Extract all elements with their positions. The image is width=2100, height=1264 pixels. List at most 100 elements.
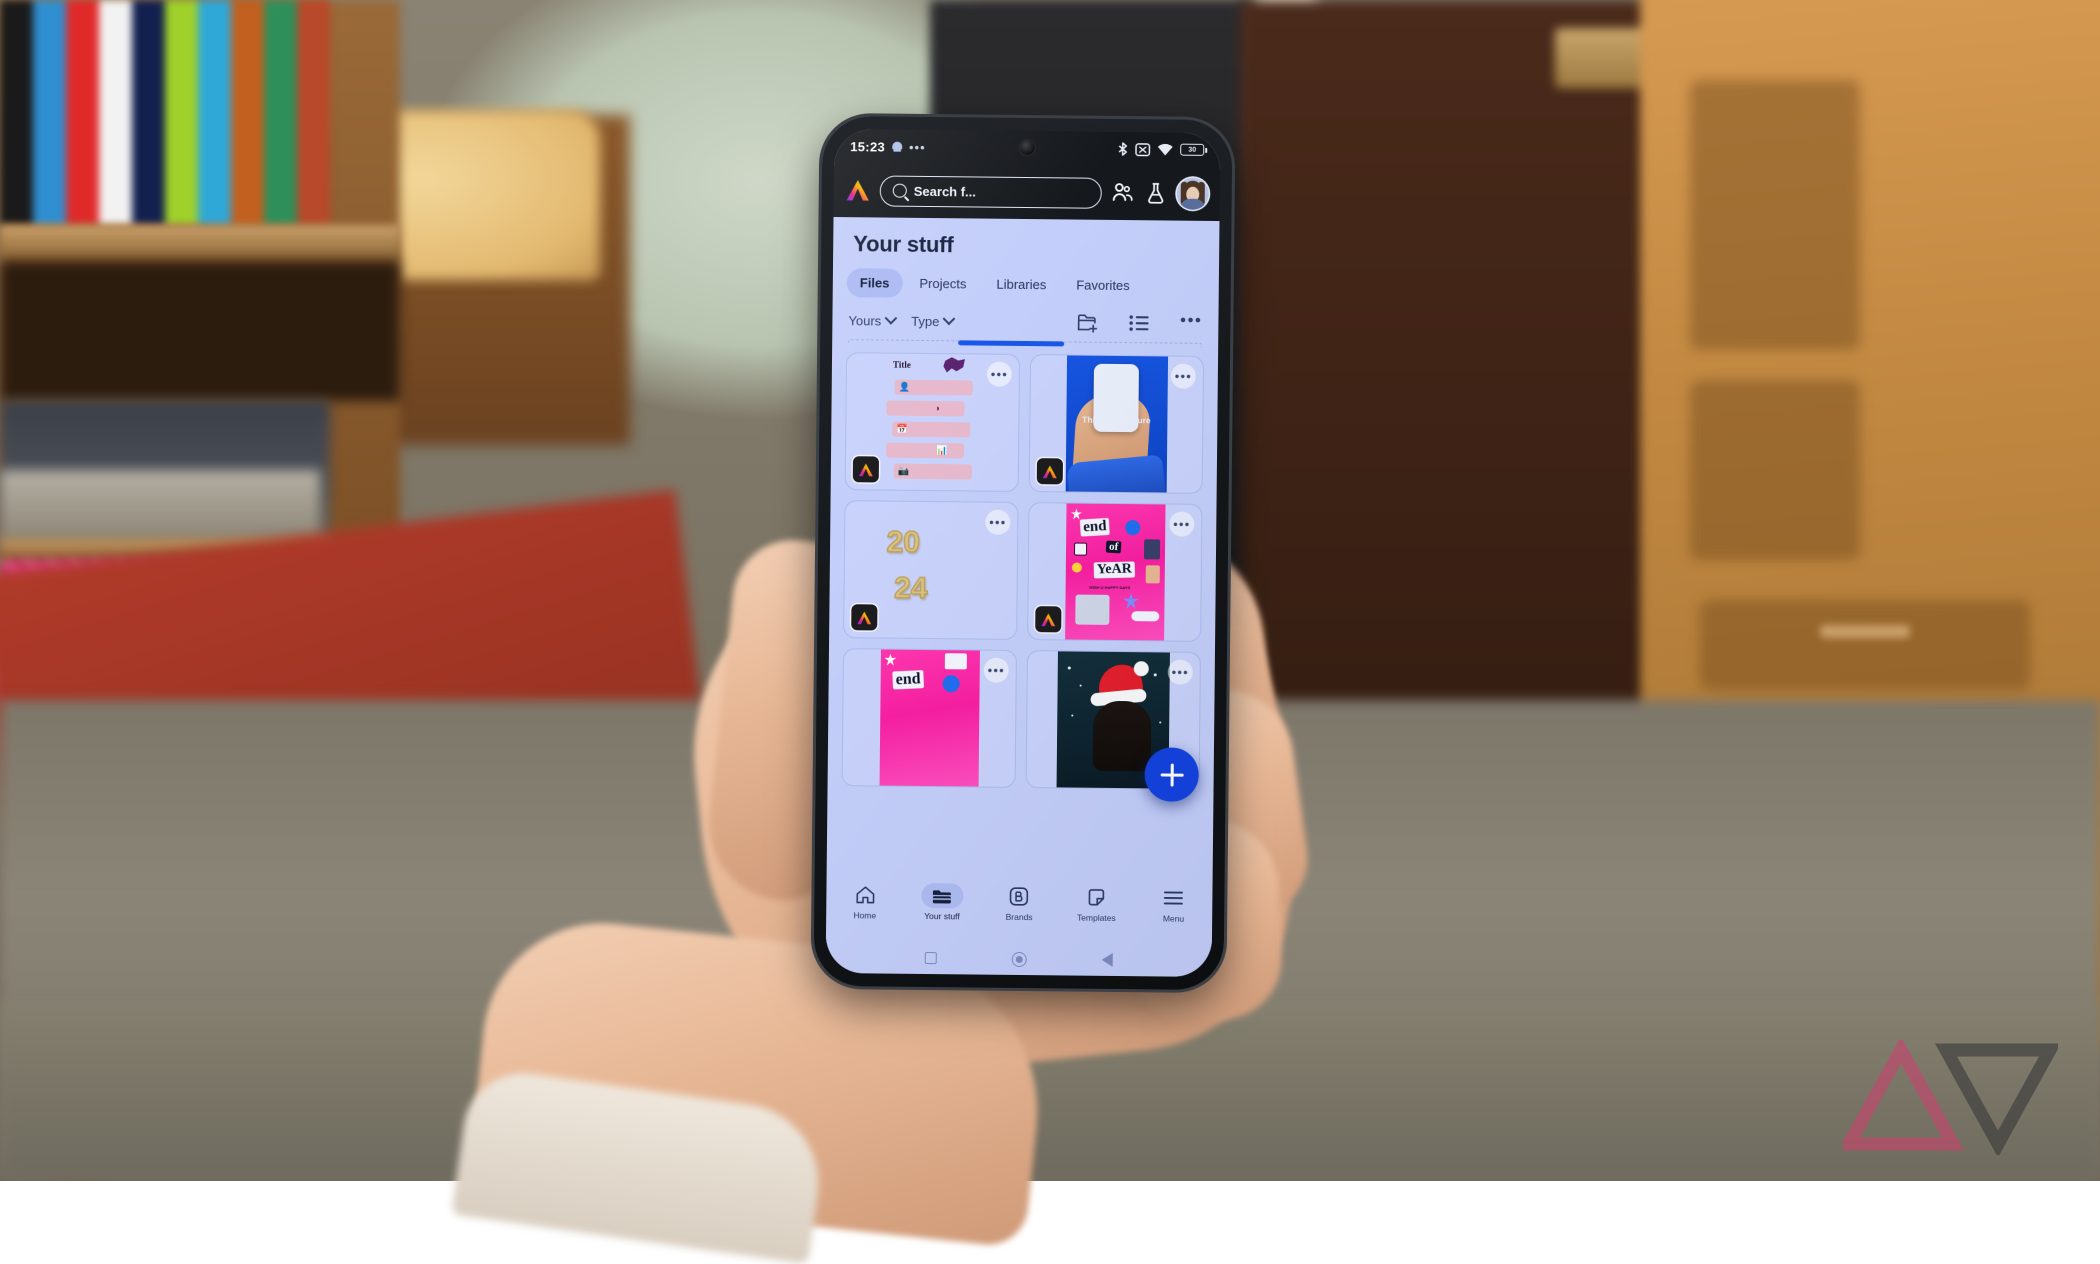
android-police-watermark xyxy=(1843,1040,2058,1155)
balloon-numbers: 20 24 xyxy=(878,519,984,620)
file-card-end-of-year[interactable]: end of YeAR WISH U HAPPY DAYS xyxy=(1027,502,1202,642)
adobe-express-logo-small xyxy=(858,462,874,477)
adobe-express-logo[interactable] xyxy=(845,178,871,202)
tab-favorites[interactable]: Favorites xyxy=(1063,270,1143,300)
photo-chip-3 xyxy=(1145,565,1159,583)
status-bar: 15:23 ••• 30 xyxy=(834,129,1220,167)
doc-row-4 xyxy=(886,443,964,459)
filter-bar: Yours Type xyxy=(832,297,1218,334)
nav-label: Templates xyxy=(1077,913,1116,923)
adobe-express-badge xyxy=(851,604,877,630)
spacer xyxy=(969,321,1060,322)
filter-yours[interactable]: Yours xyxy=(848,313,895,328)
more-notifications-icon: ••• xyxy=(909,140,926,153)
status-bar-left: 15:23 ••• xyxy=(850,139,926,155)
card-more-icon[interactable]: ••• xyxy=(987,362,1012,387)
photo-preview: This is the future xyxy=(1065,354,1167,493)
nav-icon-box xyxy=(844,882,886,907)
new-folder-icon[interactable] xyxy=(1076,313,1098,333)
battery-icon: 30 xyxy=(1180,144,1204,156)
chevron-down-icon xyxy=(884,311,897,324)
nav-item-brands[interactable]: Brands xyxy=(986,884,1052,923)
blue-dot-sticker xyxy=(1125,520,1140,535)
flask-icon[interactable] xyxy=(1144,181,1168,205)
adobe-express-logo-small xyxy=(1040,612,1056,627)
person-icon: 👤 xyxy=(899,382,910,393)
nav-item-your-stuff[interactable]: Your stuff xyxy=(909,883,975,922)
pie-chart-icon: ◑ xyxy=(934,403,940,413)
yellow-dot-sticker xyxy=(1071,563,1081,573)
mute-icon xyxy=(1135,143,1150,156)
nav-item-menu[interactable]: Menu xyxy=(1140,885,1206,924)
adobe-express-logo-small xyxy=(1042,464,1058,479)
hamburger-menu-icon xyxy=(1164,890,1184,905)
more-options-icon[interactable]: ••• xyxy=(1180,316,1203,332)
home-button[interactable] xyxy=(1012,951,1027,966)
people-icon[interactable] xyxy=(1111,181,1135,205)
adobe-express-badge xyxy=(1037,458,1063,484)
nav-label: Menu xyxy=(1163,913,1184,923)
search-input[interactable]: Search f... xyxy=(880,175,1102,208)
card-more-icon[interactable]: ••• xyxy=(984,658,1009,683)
list-view-icon[interactable] xyxy=(1128,313,1150,333)
card-more-icon[interactable]: ••• xyxy=(1168,660,1193,685)
search-icon xyxy=(893,184,907,198)
file-card-this-is-the-future[interactable]: This is the future ••• xyxy=(1029,354,1204,494)
tab-projects[interactable]: Projects xyxy=(906,269,979,299)
star-speck xyxy=(1068,666,1071,669)
filter-type-label: Type xyxy=(911,313,939,328)
star-speck xyxy=(1154,673,1157,676)
file-card-2024[interactable]: 20 24 ••• xyxy=(843,500,1018,640)
nav-item-templates[interactable]: Templates xyxy=(1063,884,1129,923)
photo-caption: This is the future xyxy=(1066,414,1167,425)
photo-chip-2 xyxy=(1143,539,1159,559)
templates-icon xyxy=(1086,888,1106,907)
bar-chart-icon: 📊 xyxy=(936,445,947,456)
bluetooth-icon xyxy=(1117,142,1128,156)
plus-icon xyxy=(1160,763,1183,786)
recents-button[interactable] xyxy=(925,952,937,964)
collage-preview: end xyxy=(879,649,979,788)
status-time: 15:23 xyxy=(850,139,885,154)
shelf-plank xyxy=(0,225,400,261)
document-preview: Title 👤 ◑ 📅 📊 📷 xyxy=(876,355,989,488)
phone-screen: 15:23 ••• 30 xyxy=(826,129,1221,977)
balloon-line-1: 20 xyxy=(886,526,920,560)
ribbon-sticker xyxy=(1131,611,1159,621)
nav-icon-box xyxy=(1075,885,1117,910)
filter-type[interactable]: Type xyxy=(911,313,953,328)
collage-word-end: end xyxy=(1079,518,1109,537)
nav-label: Your stuff xyxy=(924,911,960,921)
book-spines xyxy=(0,0,330,225)
tab-libraries[interactable]: Libraries xyxy=(983,270,1059,300)
nav-icon-box xyxy=(921,883,963,908)
battery-level: 30 xyxy=(1188,146,1196,153)
card-more-icon[interactable]: ••• xyxy=(985,510,1010,535)
adobe-express-badge xyxy=(853,456,879,482)
subject-silhouette xyxy=(1093,701,1152,772)
file-card-title-document[interactable]: Title 👤 ◑ 📅 📊 📷 xyxy=(845,352,1020,492)
bell-icon xyxy=(891,141,903,153)
shelf-shadow xyxy=(0,261,400,401)
star-sticker xyxy=(1071,508,1082,519)
back-button[interactable] xyxy=(1101,953,1112,967)
calendar-icon: 📅 xyxy=(896,424,907,435)
user-avatar[interactable] xyxy=(1177,178,1209,210)
folder-icon xyxy=(932,887,953,905)
nav-label: Home xyxy=(853,910,876,920)
front-camera xyxy=(1020,140,1035,155)
file-card-end-of-year-2[interactable]: end ••• xyxy=(842,648,1017,788)
santa-hat-pompom xyxy=(1134,661,1149,676)
doc-row-2 xyxy=(886,401,964,417)
card-more-icon[interactable]: ••• xyxy=(1169,512,1194,537)
card-more-icon[interactable]: ••• xyxy=(1171,364,1196,389)
page-content: Your stuff Files Projects Libraries Favo… xyxy=(827,217,1220,879)
nav-item-home[interactable]: Home xyxy=(832,882,898,921)
tab-files[interactable]: Files xyxy=(847,268,903,298)
phone-device: 15:23 ••• 30 xyxy=(813,116,1232,990)
create-new-fab[interactable] xyxy=(1144,747,1199,802)
wardrobe-panel-top xyxy=(1690,80,1860,350)
star-sticker xyxy=(884,654,896,666)
lower-shelf-papers xyxy=(0,470,320,540)
collage-word-end: end xyxy=(892,670,924,689)
